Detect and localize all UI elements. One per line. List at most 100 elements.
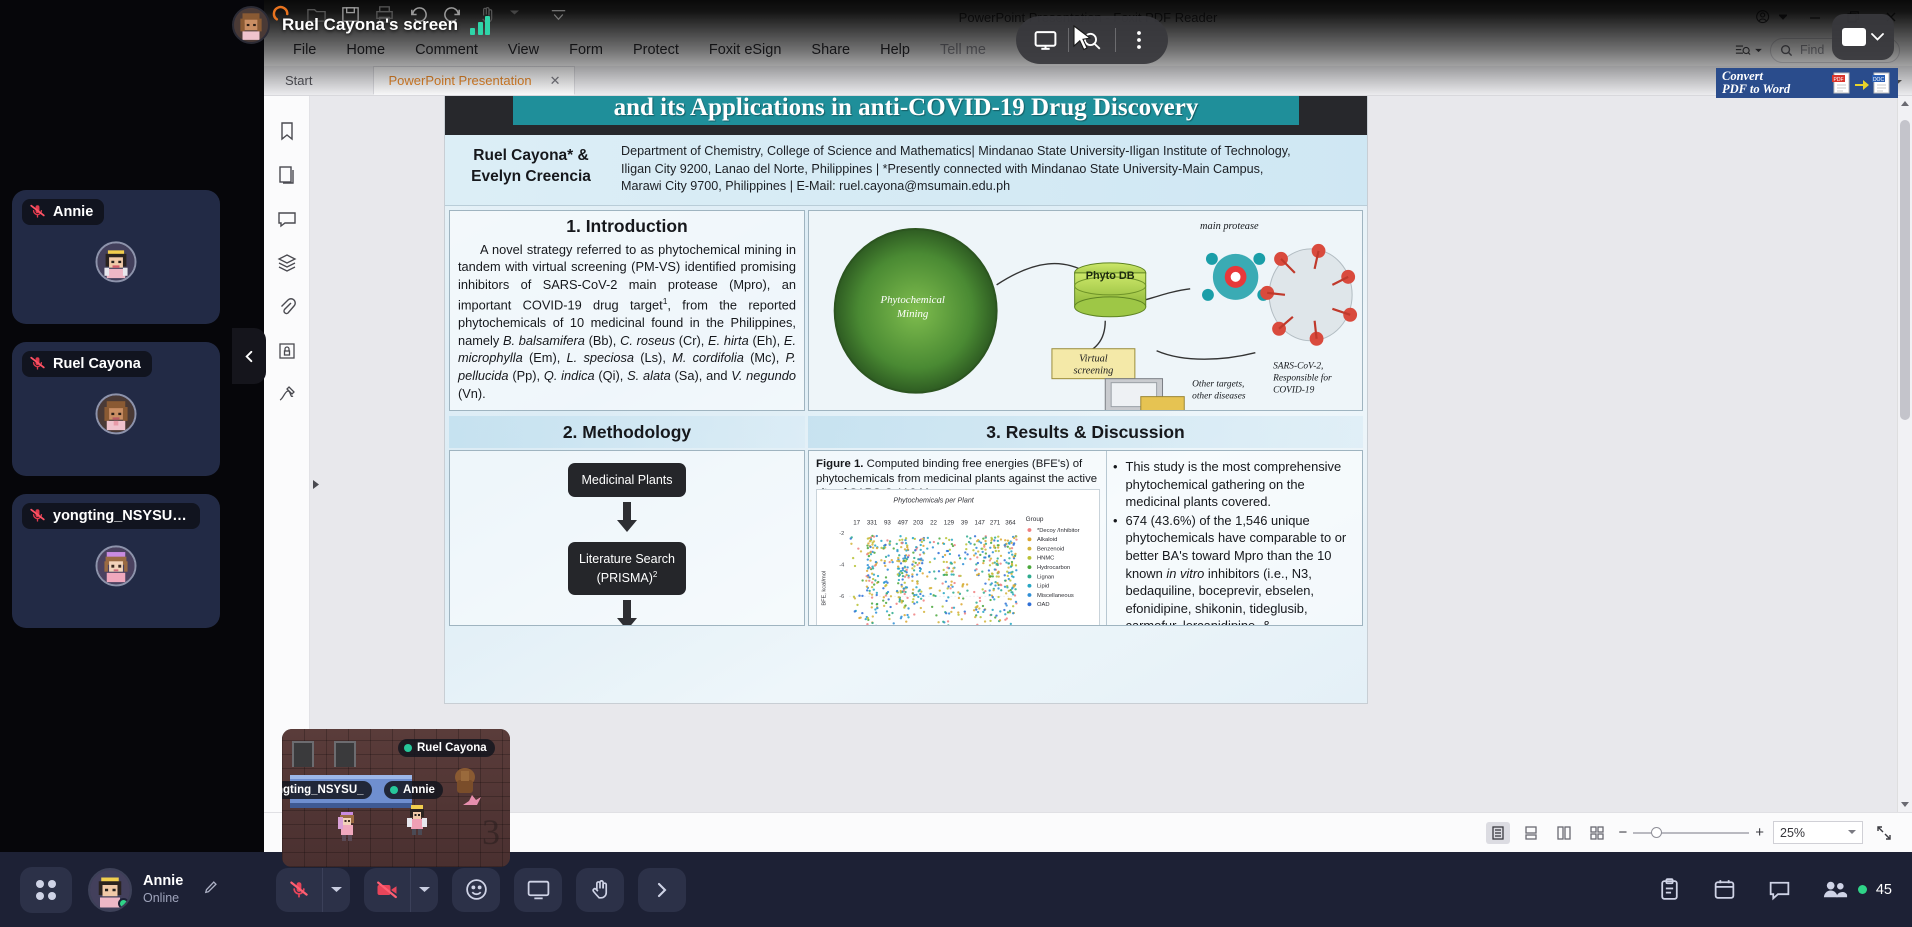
svg-text:Virtual: Virtual	[1079, 353, 1108, 364]
avatar	[88, 867, 132, 912]
participant-tile-yongting[interactable]: yongting_NSYSU_...	[12, 494, 220, 628]
collapse-rail-button[interactable]	[232, 328, 266, 384]
menu-form[interactable]: Form	[554, 38, 618, 62]
game-shelf	[334, 741, 356, 767]
dock-user-block[interactable]: Annie Online	[88, 867, 218, 912]
zoom-in-button[interactable]: +	[1755, 824, 1764, 841]
layers-icon[interactable]	[276, 252, 298, 274]
pointer-highlight-button[interactable]	[1069, 20, 1115, 60]
mic-off-icon	[30, 204, 45, 218]
pdf-navigation-rail	[264, 96, 319, 812]
svg-text:*Decoy /Inhibitor: *Decoy /Inhibitor	[1037, 528, 1080, 534]
svg-text:271: 271	[990, 520, 1001, 527]
emoji-button[interactable]	[452, 867, 501, 912]
hand-tool-caret-icon[interactable]	[510, 4, 519, 25]
chat-bubble-icon	[1769, 881, 1790, 901]
participant-tile-annie[interactable]: Annie	[12, 190, 220, 324]
zoom-track[interactable]	[1633, 826, 1750, 838]
tab-powerpoint-presentation[interactable]: PowerPoint Presentation ✕	[373, 66, 576, 95]
menu-help[interactable]: Help	[865, 38, 925, 62]
participants-button[interactable]: 45	[1822, 877, 1892, 902]
microphone-toggle[interactable]	[276, 867, 351, 912]
menu-view[interactable]: View	[493, 38, 554, 62]
calendar-button[interactable]	[1712, 877, 1737, 902]
scrollbar-thumb[interactable]	[1900, 120, 1910, 420]
zoom-slider[interactable]: − +	[1618, 824, 1764, 841]
view-zoom-group: − + 25%	[1486, 821, 1896, 844]
scroll-down-arrow-icon[interactable]	[1898, 796, 1912, 812]
avatar	[232, 6, 270, 44]
convert-pdf-to-word-banner[interactable]: Convert PDF to Word PDF DOC	[1716, 68, 1898, 98]
expand-panel-icon[interactable]	[312, 479, 321, 493]
facing-continuous-icon[interactable]	[1585, 822, 1609, 844]
svg-text:-6: -6	[839, 594, 844, 600]
blonde-hair-avatar	[97, 243, 135, 281]
svg-text:Lipid: Lipid	[1037, 584, 1049, 590]
main-menu-button[interactable]	[1657, 877, 1682, 902]
document-scrollbar[interactable]	[1897, 96, 1912, 812]
svg-text:Phytochemicals per Plant: Phytochemicals per Plant	[893, 498, 974, 505]
screenshare-monitor-button[interactable]	[1022, 20, 1068, 60]
attachments-icon[interactable]	[276, 296, 298, 318]
signature-icon[interactable]	[276, 384, 298, 406]
tab-start[interactable]: Start	[270, 66, 373, 95]
svg-text:Group: Group	[1026, 516, 1044, 523]
zoom-knob[interactable]	[1651, 826, 1663, 838]
menu-protect[interactable]: Protect	[618, 38, 694, 62]
svg-text:OAD: OAD	[1037, 602, 1050, 608]
camera-off-icon[interactable]	[364, 868, 410, 912]
three-dots-vertical-icon	[1137, 31, 1141, 49]
camera-toggle[interactable]	[364, 867, 439, 912]
scroll-up-arrow-icon[interactable]	[1898, 96, 1912, 112]
mic-off-icon[interactable]	[276, 868, 322, 912]
poster-bottom-row: Medicinal Plants Literature Search (PRIS…	[445, 448, 1367, 627]
zoom-level-select[interactable]: 25%	[1773, 821, 1863, 844]
svg-text:203: 203	[913, 520, 924, 527]
mic-options-caret-icon[interactable]	[322, 867, 350, 912]
facing-pages-icon[interactable]	[1552, 822, 1576, 844]
menu-share[interactable]: Share	[796, 38, 865, 62]
share-more-options-button[interactable]	[1116, 20, 1162, 60]
workflow-diagram: Phytochemical Mining Phyto DB Virtual sc…	[808, 209, 1363, 412]
single-page-icon[interactable]	[1486, 821, 1511, 844]
camera-options-caret-icon[interactable]	[410, 867, 438, 912]
pencil-icon[interactable]	[203, 880, 218, 900]
raise-hand-button[interactable]	[576, 867, 625, 912]
screenshare-button[interactable]	[514, 867, 563, 912]
tell-me-input[interactable]: Tell me	[925, 38, 1001, 62]
game-name-tag: Annie	[384, 781, 443, 799]
zoom-out-button[interactable]: −	[1618, 824, 1627, 841]
find-options-icon[interactable]	[1735, 43, 1762, 58]
svg-text:Miscellaneous: Miscellaneous	[1037, 593, 1074, 599]
minimize-icon[interactable]	[1804, 7, 1826, 27]
bullet-marker: •	[1113, 512, 1118, 528]
svg-text:HNMC: HNMC	[1037, 556, 1054, 562]
svg-text:Responsible for: Responsible for	[1272, 372, 1332, 383]
game-map-preview[interactable]: Ruel Cayona ngting_NSYSU_ Annie 3	[282, 729, 510, 867]
flow-arrow-1-icon	[615, 502, 639, 537]
participant-tile-ruel-cayona[interactable]: Ruel Cayona	[12, 342, 220, 476]
share-window-chip[interactable]	[1832, 14, 1894, 60]
fullscreen-icon[interactable]	[1872, 822, 1896, 844]
bookmark-icon[interactable]	[276, 120, 298, 142]
account-dropdown-caret-icon[interactable]	[1778, 7, 1788, 27]
presence-dot	[404, 744, 412, 752]
monitor-icon	[1034, 30, 1056, 50]
tab-close-icon[interactable]: ✕	[550, 73, 561, 89]
more-controls-button[interactable]	[638, 867, 687, 912]
introduction-heading: 1. Introduction	[566, 215, 688, 236]
svg-text:Alkaloid: Alkaloid	[1037, 537, 1057, 543]
document-viewport[interactable]: and its Applications in anti-COVID-19 Dr…	[310, 96, 1912, 812]
chat-button[interactable]	[1767, 877, 1792, 902]
page-thumbnails-icon[interactable]	[276, 164, 298, 186]
security-icon[interactable]	[276, 340, 298, 362]
menu-foxit-esign[interactable]: Foxit eSign	[694, 38, 797, 62]
screenshare-control-pill	[1016, 16, 1168, 64]
gather-logo-icon[interactable]	[20, 866, 72, 913]
game-tag-label: ngting_NSYSU_	[282, 784, 364, 796]
continuous-scroll-icon[interactable]	[1519, 822, 1543, 844]
chevron-down-icon[interactable]	[1871, 32, 1884, 42]
account-circle-icon[interactable]	[1752, 7, 1774, 27]
comments-icon[interactable]	[276, 208, 298, 230]
customize-toolbar-icon[interactable]	[548, 4, 569, 25]
